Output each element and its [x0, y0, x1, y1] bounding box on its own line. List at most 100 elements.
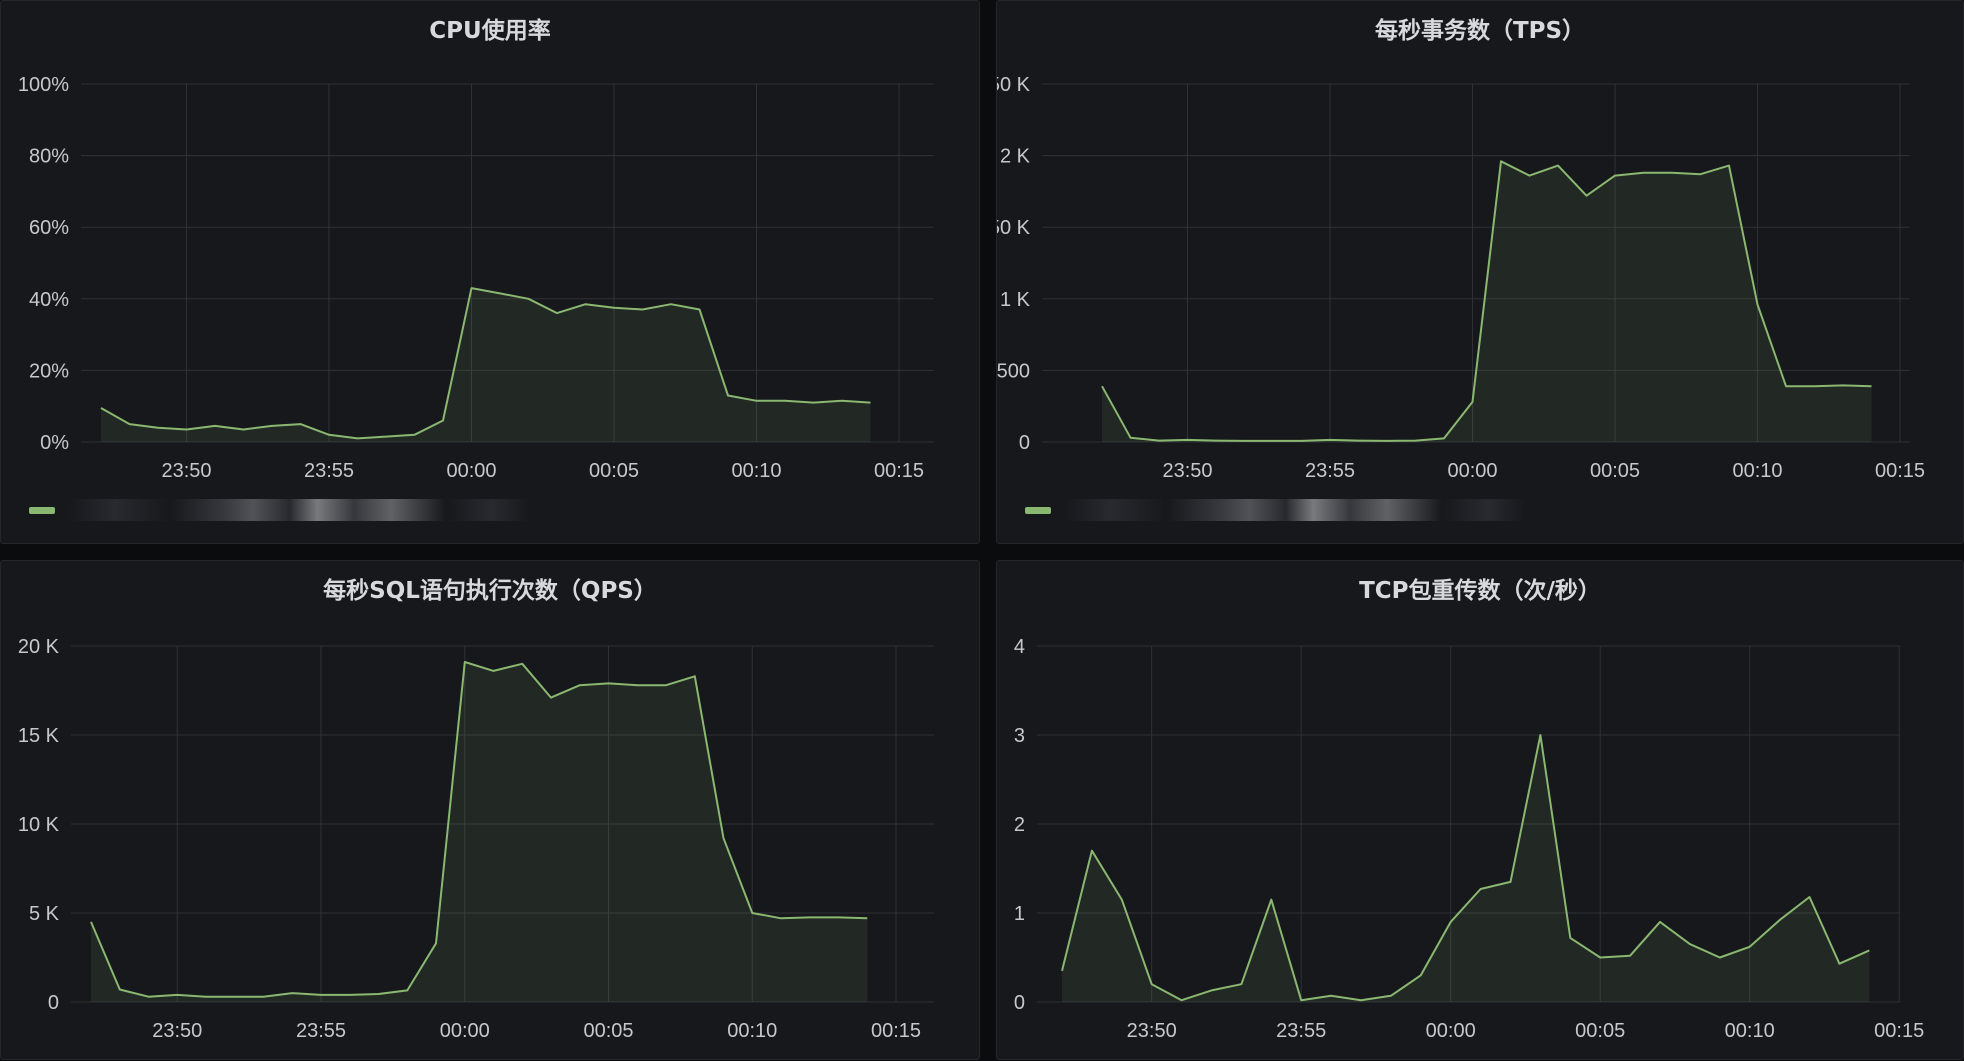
data-point [1243, 440, 1245, 442]
data-point [1671, 172, 1673, 174]
data-point [1390, 995, 1392, 997]
data-point [809, 916, 811, 918]
data-point [1557, 164, 1559, 166]
x-tick-label: 23:55 [1305, 460, 1355, 482]
y-tick-label: 1 [1014, 903, 1025, 925]
x-tick-label: 00:15 [1875, 460, 1925, 482]
y-tick-label: 5 K [29, 903, 60, 925]
y-tick-label: 10 K [18, 814, 60, 836]
data-point [665, 684, 667, 686]
data-point [1272, 440, 1274, 442]
x-tick-label: 00:10 [1725, 1020, 1775, 1042]
data-point [751, 912, 753, 914]
x-tick-label: 00:00 [440, 1020, 490, 1042]
data-point [1471, 401, 1473, 403]
data-point [413, 434, 415, 436]
data-point [1629, 955, 1631, 957]
x-tick-label: 00:05 [1575, 1020, 1625, 1042]
x-tick-label: 23:55 [1276, 1020, 1326, 1042]
data-point [780, 917, 782, 919]
data-point [385, 435, 387, 437]
x-tick-label: 00:05 [583, 1020, 633, 1042]
data-point [784, 400, 786, 402]
data-point [90, 921, 92, 923]
data-point [119, 988, 121, 990]
data-point [1728, 164, 1730, 166]
tps-chart: 0 500 1 K 1.50 K 2 K 2.50 K 23:50 23:55 00:00 00:… [997, 74, 1925, 482]
y-tick-label: 2.50 K [997, 74, 1031, 96]
y-tick-label: 2 K [1000, 146, 1031, 168]
data-point [1699, 173, 1701, 175]
x-tick-label: 00:10 [727, 1020, 777, 1042]
data-point [1614, 174, 1616, 176]
data-point [866, 917, 868, 919]
data-point [1300, 440, 1302, 442]
data-point [1599, 956, 1601, 958]
data-point [1357, 439, 1359, 441]
data-point [670, 303, 672, 305]
data-point [1329, 439, 1331, 441]
y-tick-label: 0% [40, 432, 69, 454]
data-point [147, 995, 149, 997]
cpu-usage-chart: 0% 20% 40% 60% 80% 100% 23:50 23:55 00:00 00:05 00… [18, 74, 934, 482]
data-point [1215, 439, 1217, 441]
data-point [694, 675, 696, 677]
legend [29, 499, 529, 521]
data-point [727, 394, 729, 396]
y-tick-label: 1.50 K [997, 217, 1031, 239]
x-tick-label: 23:50 [1162, 460, 1212, 482]
data-point [613, 307, 615, 309]
data-point [1870, 385, 1872, 387]
data-point [837, 916, 839, 918]
data-point [812, 401, 814, 403]
data-point [841, 400, 843, 402]
data-point [1420, 974, 1422, 976]
x-tick-label: 00:15 [871, 1020, 921, 1042]
data-point [755, 400, 757, 402]
legend-label-redacted [69, 499, 529, 521]
series-area [91, 662, 868, 1002]
x-tick-label: 00:10 [1732, 460, 1782, 482]
data-point [1091, 850, 1093, 852]
data-point [556, 312, 558, 314]
data-point [1240, 983, 1242, 985]
tcp-retrans-chart: 0 1 2 3 4 23:50 23:55 00:00 00:05 00:10 00:15 [1014, 636, 1924, 1042]
data-point [100, 407, 102, 409]
y-tick-label: 60% [29, 217, 69, 239]
cpu-usage-panel: CPU使用率 0% 20% 40% 60% 80% 100% 23:50 23:55 00:00… [0, 0, 980, 544]
x-tick-label: 00:05 [589, 460, 639, 482]
data-point [869, 401, 871, 403]
x-tick-label: 00:00 [1447, 460, 1497, 482]
data-point [1756, 303, 1758, 305]
x-tick-label: 00:00 [1426, 1020, 1476, 1042]
data-point [1443, 437, 1445, 439]
y-tick-label: 3 [1014, 725, 1025, 747]
y-tick-label: 0 [48, 992, 59, 1014]
data-point [1778, 919, 1780, 921]
data-point [579, 684, 581, 686]
data-point [1842, 384, 1844, 386]
data-point [499, 292, 501, 294]
data-point [234, 995, 236, 997]
data-point [214, 425, 216, 427]
data-point [1509, 881, 1511, 883]
x-tick-label: 23:50 [152, 1020, 202, 1042]
qps-chart: 0 5 K 10 K 15 K 20 K 23:50 23:55 00:00 00:05 00:1… [18, 636, 934, 1042]
data-point [328, 434, 330, 436]
data-point [157, 426, 159, 428]
legend [1025, 499, 1525, 521]
x-tick-label: 23:50 [1127, 1020, 1177, 1042]
y-tick-label: 4 [1014, 636, 1025, 658]
data-point [1659, 921, 1661, 923]
series-area [101, 288, 871, 442]
y-tick-label: 500 [997, 360, 1030, 382]
data-point [698, 308, 700, 310]
data-point [377, 993, 379, 995]
data-point [1838, 963, 1840, 965]
data-point [521, 663, 523, 665]
data-point [1785, 385, 1787, 387]
data-point [435, 942, 437, 944]
data-point [349, 994, 351, 996]
y-tick-label: 80% [29, 146, 69, 168]
x-tick-label: 00:15 [1874, 1020, 1924, 1042]
